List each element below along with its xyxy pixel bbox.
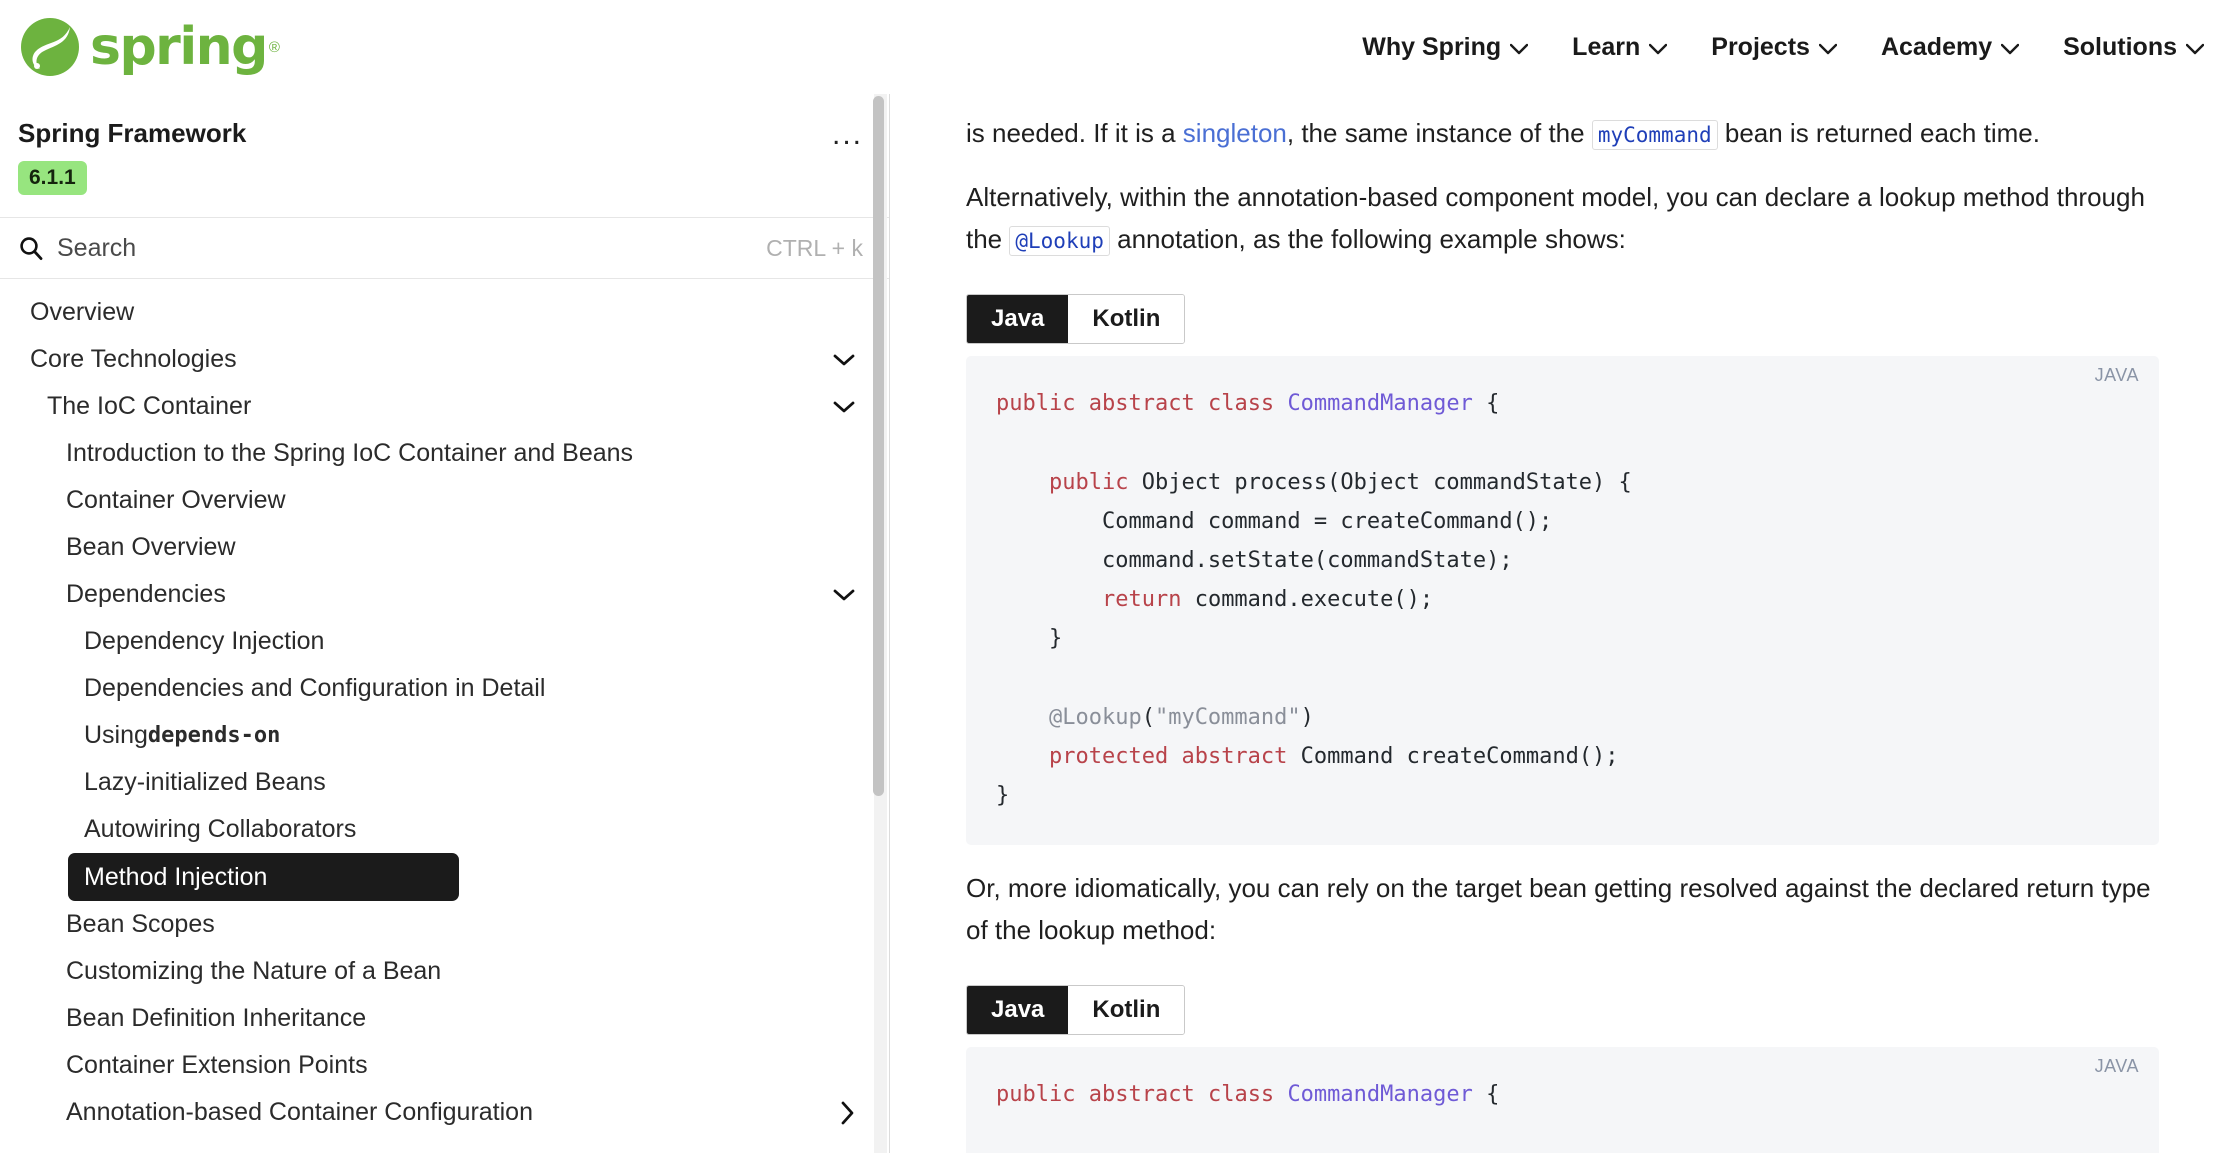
nav-label: Academy [1881, 33, 1992, 62]
sidebar-nav-list: Overview Core Technologies The IoC Conta… [0, 279, 889, 1136]
sidebar-item-label: Overview [30, 298, 134, 327]
tab-java-2[interactable]: Java [967, 986, 1068, 1034]
spring-logo-link[interactable]: spring ® [18, 15, 280, 79]
nav-item-learn[interactable]: Learn [1572, 33, 1667, 62]
nav-item-solutions[interactable]: Solutions [2063, 33, 2204, 62]
paragraph-text: , the same instance of the [1287, 118, 1592, 148]
sidebar-item-label: Core Technologies [30, 345, 237, 374]
chevron-down-icon[interactable] [833, 588, 867, 602]
primary-nav-links: Why Spring Learn Projects Academy Soluti… [1362, 33, 2204, 62]
code-language-label-1: JAVA [2095, 365, 2139, 386]
sidebar-item-container-extension-points[interactable]: Container Extension Points [0, 1042, 867, 1089]
sidebar-item-the-ioc-container[interactable]: The IoC Container [0, 383, 867, 430]
code-block-2: JAVA public abstract class CommandManage… [966, 1047, 2159, 1153]
code-block-1: JAVA public abstract class CommandManage… [966, 356, 2159, 845]
spring-leaf-logo-icon [18, 15, 82, 79]
sidebar-item-label: Container Extension Points [66, 1051, 368, 1080]
chevron-down-icon [1510, 33, 1528, 62]
nav-item-why-spring[interactable]: Why Spring [1362, 33, 1528, 62]
code-language-label-2: JAVA [2095, 1056, 2139, 1077]
sidebar-item-method-injection[interactable]: Method Injection [68, 853, 459, 901]
sidebar-scrollbar-track[interactable] [874, 94, 887, 1153]
sidebar-item-customizing-the-nature-of-a-bean[interactable]: Customizing the Nature of a Bean [0, 948, 867, 995]
chevron-down-icon [1819, 33, 1837, 62]
sidebar-item-bean-scopes[interactable]: Bean Scopes [0, 901, 867, 948]
paragraph-singleton-note: is needed. If it is a singleton, the sam… [966, 112, 2159, 154]
sidebar-item-label: Dependency Injection [84, 627, 324, 656]
sidebar-item-bean-definition-inheritance[interactable]: Bean Definition Inheritance [0, 995, 867, 1042]
singleton-link[interactable]: singleton [1183, 118, 1287, 148]
code-language-tabs-1: Java Kotlin [966, 294, 1185, 344]
paragraph-text: is needed. If it is a [966, 118, 1183, 148]
chevron-down-icon [1649, 33, 1667, 62]
sidebar-item-label: Container Overview [66, 486, 286, 515]
chevron-down-icon[interactable] [833, 400, 867, 414]
paragraph-text: bean is returned each time. [1718, 118, 2040, 148]
sidebar-header: Spring Framework ... [0, 94, 889, 149]
sidebar-item-label: Method Injection [84, 863, 267, 892]
sidebar-item-introduction-to-the-spring-ioc-container-and-beans[interactable]: Introduction to the Spring IoC Container… [0, 430, 867, 477]
paragraph-lookup-intro: Alternatively, within the annotation-bas… [966, 176, 2159, 260]
sidebar-item-label: Introduction to the Spring IoC Container… [66, 439, 633, 468]
sidebar-item-label: Lazy-initialized Beans [84, 768, 326, 797]
sidebar-item-autowiring-collaborators[interactable]: Autowiring Collaborators [0, 806, 867, 853]
paragraph-idiomatic-note: Or, more idiomatically, you can rely on … [966, 867, 2159, 951]
sidebar-item-bean-overview[interactable]: Bean Overview [0, 524, 867, 571]
sidebar-item-overview[interactable]: Overview [0, 289, 867, 336]
code-content-2[interactable]: public abstract class CommandManager { p… [996, 1075, 2129, 1153]
sidebar-item-label: Autowiring Collaborators [84, 815, 356, 844]
tab-kotlin-2[interactable]: Kotlin [1068, 986, 1184, 1034]
sidebar-item-label: Bean Definition Inheritance [66, 1004, 366, 1033]
sidebar-item-label: Using [84, 721, 148, 750]
chevron-down-icon[interactable] [833, 353, 867, 367]
documentation-content: is needed. If it is a singleton, the sam… [891, 94, 2234, 1153]
search-placeholder: Search [57, 234, 136, 263]
sidebar-item-annotation-based-container-configuration[interactable]: Annotation-based Container Configuration [0, 1089, 867, 1136]
sidebar-item-dependency-injection[interactable]: Dependency Injection [0, 618, 867, 665]
inline-code-mycommand: myCommand [1592, 120, 1718, 150]
code-content-1[interactable]: public abstract class CommandManager { p… [996, 384, 2129, 815]
sidebar-item-label: Customizing the Nature of a Bean [66, 957, 441, 986]
paragraph-text: annotation, as the following example sho… [1110, 224, 1626, 254]
sidebar-item-label: Annotation-based Container Configuration [66, 1098, 533, 1127]
sidebar-item-using-depends-on[interactable]: Using depends-on [0, 712, 867, 759]
sidebar-more-menu-button[interactable]: ... [832, 118, 863, 144]
sidebar-item-container-overview[interactable]: Container Overview [0, 477, 867, 524]
nav-label: Solutions [2063, 33, 2177, 62]
chevron-right-icon[interactable] [839, 1101, 867, 1125]
inline-code-lookup: @Lookup [1009, 226, 1110, 256]
sidebar-scrollbar-thumb[interactable] [873, 96, 884, 796]
sidebar-item-label: The IoC Container [47, 392, 251, 421]
sidebar-item-core-technologies[interactable]: Core Technologies [0, 336, 867, 383]
sidebar-item-label: Bean Scopes [66, 910, 215, 939]
spring-wordmark: spring [90, 21, 267, 73]
sidebar-item-label: Bean Overview [66, 533, 236, 562]
sidebar-item-dependencies[interactable]: Dependencies [0, 571, 867, 618]
search-shortcut-hint: CTRL + k [766, 235, 863, 262]
sidebar-project-title: Spring Framework [18, 118, 246, 149]
sidebar-item-label: Dependencies [66, 580, 226, 609]
nav-item-academy[interactable]: Academy [1881, 33, 2019, 62]
chevron-down-icon [2001, 33, 2019, 62]
docs-sidebar: Spring Framework ... 6.1.1 Search CTRL +… [0, 94, 890, 1153]
code-language-tabs-2: Java Kotlin [966, 985, 1185, 1035]
trademark-symbol: ® [269, 39, 280, 56]
sidebar-item-inline-code: depends-on [148, 723, 280, 748]
version-badge[interactable]: 6.1.1 [18, 161, 87, 195]
sidebar-item-label: Dependencies and Configuration in Detail [84, 674, 545, 703]
search-icon [18, 235, 44, 261]
nav-label: Projects [1711, 33, 1810, 62]
sidebar-search-box[interactable]: Search CTRL + k [0, 217, 889, 279]
tab-java-1[interactable]: Java [967, 295, 1068, 343]
tab-kotlin-1[interactable]: Kotlin [1068, 295, 1184, 343]
chevron-down-icon [2186, 33, 2204, 62]
nav-item-projects[interactable]: Projects [1711, 33, 1837, 62]
sidebar-item-lazy-initialized-beans[interactable]: Lazy-initialized Beans [0, 759, 867, 806]
top-navigation-bar: spring ® Why Spring Learn Projects Acade… [0, 0, 2234, 94]
nav-label: Learn [1572, 33, 1640, 62]
nav-label: Why Spring [1362, 33, 1501, 62]
sidebar-item-dependencies-and-configuration-in-detail[interactable]: Dependencies and Configuration in Detail [0, 665, 867, 712]
